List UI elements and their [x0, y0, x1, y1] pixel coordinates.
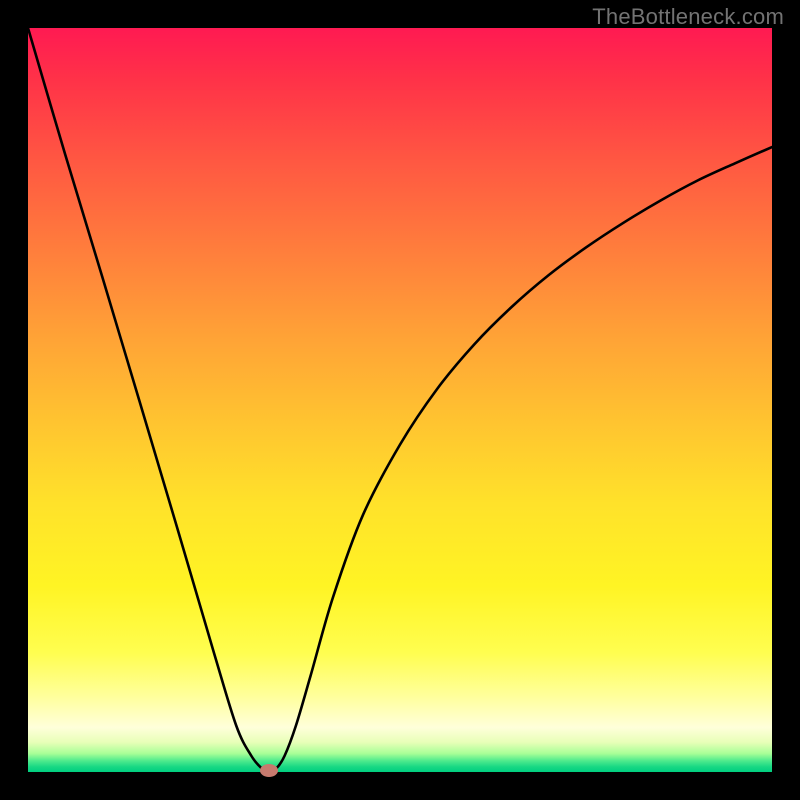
optimum-marker	[260, 764, 278, 777]
bottleneck-curve-path	[28, 28, 772, 772]
watermark-text: TheBottleneck.com	[592, 4, 784, 30]
chart-frame: TheBottleneck.com	[0, 0, 800, 800]
bottleneck-curve-svg	[28, 28, 772, 772]
